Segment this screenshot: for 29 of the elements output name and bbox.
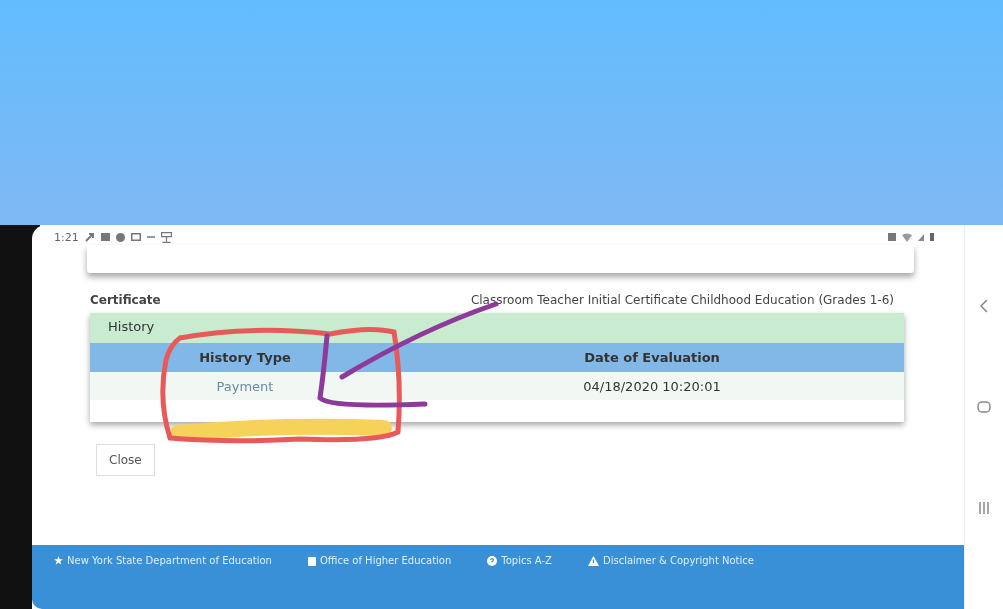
square-icon xyxy=(100,233,110,241)
help-icon xyxy=(487,555,498,566)
certificate-label: Certificate xyxy=(90,293,161,307)
history-type-link[interactable]: Payment xyxy=(90,378,400,394)
status-time: 1:21 xyxy=(54,230,79,244)
footer-link[interactable]: Topics A-Z xyxy=(487,555,552,566)
circle-icon xyxy=(115,232,125,242)
column-header: History Type xyxy=(198,350,292,365)
wifi-icon xyxy=(902,232,912,242)
arrow-icon xyxy=(84,232,95,242)
footer-link[interactable]: Disclaimer & Copyright Notice xyxy=(587,555,754,566)
battery-icon xyxy=(930,233,934,241)
home-icon[interactable] xyxy=(977,400,991,414)
evaluation-date: 04/18/2020 10:20:01 xyxy=(582,378,722,394)
history-title: History xyxy=(90,313,904,343)
image-icon xyxy=(130,233,141,241)
signal-icon xyxy=(918,233,924,241)
monitor-icon xyxy=(160,231,172,243)
star-icon xyxy=(54,556,63,565)
close-button[interactable]: Close xyxy=(96,444,155,476)
column-header: Date of Evaluation xyxy=(583,350,721,365)
footer-link[interactable]: New York State Department of Education xyxy=(54,555,272,566)
square-icon xyxy=(888,233,896,241)
dash-icon xyxy=(146,236,155,238)
warning-icon xyxy=(587,555,599,566)
certificate-value: Classroom Teacher Initial Certificate Childhood Education (Grades 1-6) xyxy=(470,293,894,307)
recent-apps-icon[interactable] xyxy=(978,501,990,516)
back-icon[interactable] xyxy=(979,298,989,313)
footer-link[interactable]: Office of Higher Education xyxy=(307,555,452,566)
